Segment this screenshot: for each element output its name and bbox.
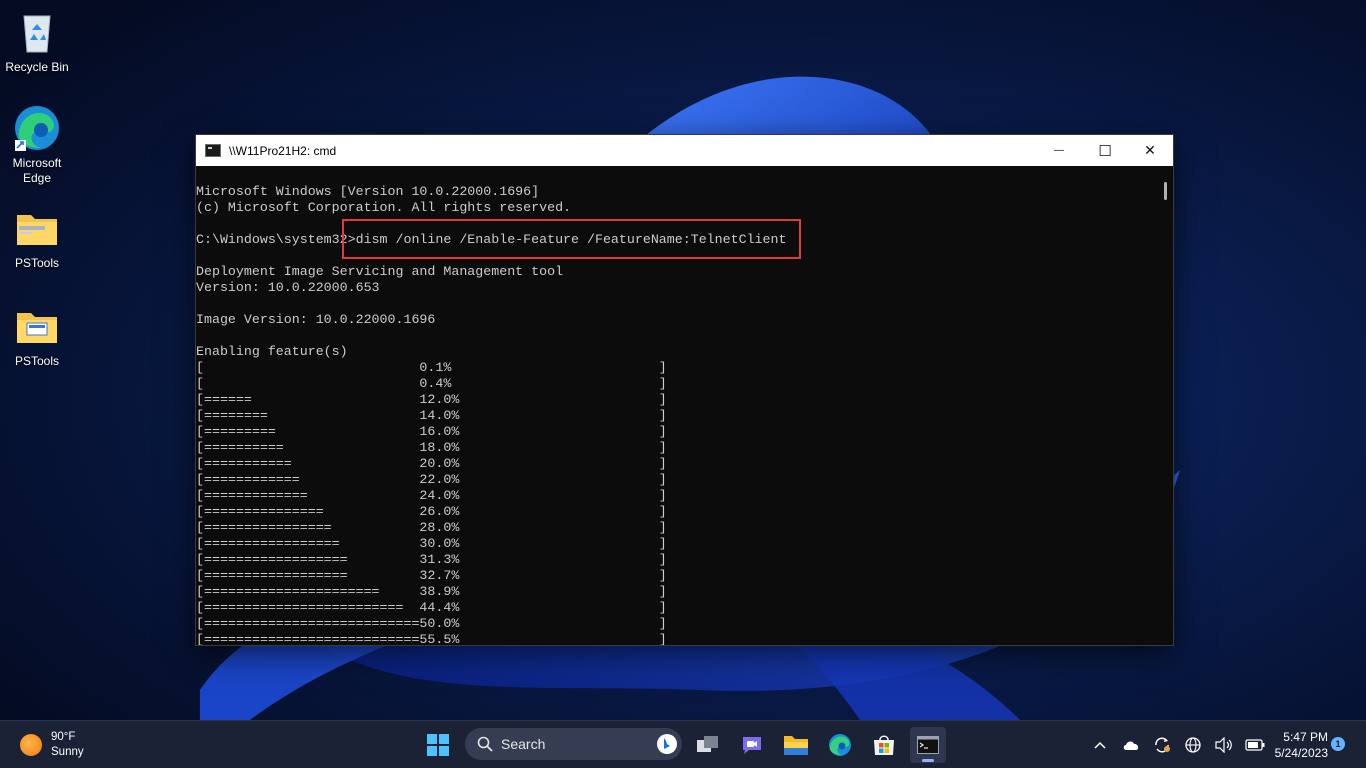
console-line: [========= 16.0% ] [196, 424, 667, 439]
sun-icon [20, 734, 42, 756]
console-line: Image Version: 10.0.22000.1696 [196, 312, 436, 327]
console-line: (c) Microsoft Corporation. All rights re… [196, 200, 572, 215]
recycle-bin-icon [13, 8, 61, 56]
teams-chat-icon [743, 737, 761, 754]
console-line: [========================= 44.4% ] [196, 600, 667, 615]
speaker-icon[interactable] [1212, 733, 1236, 757]
edge-taskbar-button[interactable] [822, 727, 858, 763]
console-line: [============ 22.0% ] [196, 472, 667, 487]
clock-date: 5/24/2023 [1274, 746, 1328, 760]
store-button[interactable] [866, 727, 902, 763]
console-line: [============= 24.0% ] [196, 488, 667, 503]
windows-start-icon [427, 734, 449, 756]
minimize-button[interactable]: — [1036, 135, 1082, 166]
weather-temperature: 90°F [51, 731, 76, 743]
system-tray [1088, 733, 1274, 757]
onedrive-cloud-icon[interactable] [1119, 733, 1143, 757]
desktop-icon-label: Microsoft Edge [12, 156, 62, 185]
console-scrollbar[interactable] [1159, 166, 1173, 645]
task-view-button[interactable] [690, 727, 726, 763]
notification-badge[interactable]: 1 [1331, 737, 1345, 751]
maximize-icon: ☐ [1098, 142, 1112, 160]
edge-icon [13, 104, 61, 152]
task-view-icon [697, 736, 718, 752]
desktop-icon-label: PSTools [14, 354, 60, 368]
command-highlight-box [342, 219, 801, 259]
console-line: [===========================50.0% ] [196, 616, 667, 631]
chevron-up-icon[interactable] [1088, 733, 1112, 757]
microsoft-store-icon [874, 735, 894, 755]
desktop-icon-label: Recycle Bin [5, 60, 69, 74]
minimize-icon: — [1054, 145, 1064, 156]
maximize-button[interactable]: ☐ [1082, 135, 1128, 166]
cmd-window[interactable]: \\W11Pro21H2: cmd — ☐ ✕ Microsoft Window… [195, 134, 1174, 646]
weather-condition: Sunny [51, 746, 84, 758]
terminal-icon [917, 736, 939, 754]
close-icon: ✕ [1144, 142, 1156, 158]
folder-icon [13, 302, 61, 350]
console-line: [=============== 26.0% ] [196, 504, 667, 519]
start-button[interactable] [420, 727, 456, 763]
console-line: [====== 12.0% ] [196, 392, 667, 407]
cmd-app-icon [205, 144, 221, 157]
console-line: [ 0.4% ] [196, 376, 667, 391]
console-line: [===========================55.5% ] [196, 632, 667, 645]
chat-button[interactable] [734, 727, 770, 763]
window-title: \\W11Pro21H2: cmd [229, 143, 337, 158]
desktop-icon-edge[interactable]: Microsoft Edge [0, 104, 74, 186]
console-line: [=========== 20.0% ] [196, 456, 667, 471]
console-line: [================= 30.0% ] [196, 536, 667, 551]
file-explorer-button[interactable] [778, 727, 814, 763]
console-line: [================== 32.7% ] [196, 568, 667, 583]
file-explorer-icon [784, 736, 808, 755]
scrollbar-thumb[interactable] [1164, 182, 1167, 200]
console-line: [====================== 38.9% ] [196, 584, 667, 599]
zip-folder-icon [13, 204, 61, 252]
console-line: [ 0.1% ] [196, 360, 667, 375]
sync-icon[interactable] [1150, 733, 1174, 757]
console-line: [======== 14.0% ] [196, 408, 667, 423]
console-line: [================ 28.0% ] [196, 520, 667, 535]
weather-widget[interactable]: 90°F Sunny [20, 730, 84, 760]
desktop-icon-pstools-folder[interactable]: PSTools [0, 302, 74, 369]
taskbar-clock[interactable]: 5:47 PM 5/24/2023 [1262, 729, 1328, 761]
console-line: Version: 10.0.22000.653 [196, 280, 380, 295]
console-line: [========== 18.0% ] [196, 440, 667, 455]
taskbar-search[interactable]: Search [465, 728, 682, 760]
close-button[interactable]: ✕ [1127, 135, 1173, 166]
taskbar: 90°F Sunny Search 5:47 PM 5/24/2023 1 [0, 720, 1366, 768]
window-titlebar[interactable]: \\W11Pro21H2: cmd — ☐ ✕ [196, 135, 1173, 166]
search-placeholder: Search [501, 736, 546, 752]
console-line: Enabling feature(s) [196, 344, 348, 359]
desktop-icon-recycle-bin[interactable]: Recycle Bin [0, 8, 74, 75]
console-line: [================== 31.3% ] [196, 552, 667, 567]
desktop-icon-pstools-zip[interactable]: PSTools [0, 204, 74, 271]
edge-icon [829, 734, 851, 756]
clock-time: 5:47 PM [1283, 730, 1328, 744]
search-icon [477, 736, 493, 752]
desktop-icon-label: PSTools [14, 256, 60, 270]
console-line: Microsoft Windows [Version 10.0.22000.16… [196, 184, 540, 199]
cmd-taskbar-button[interactable] [910, 727, 946, 763]
bing-icon [657, 734, 677, 754]
globe-network-icon[interactable] [1181, 733, 1205, 757]
console-line: Deployment Image Servicing and Managemen… [196, 264, 564, 279]
